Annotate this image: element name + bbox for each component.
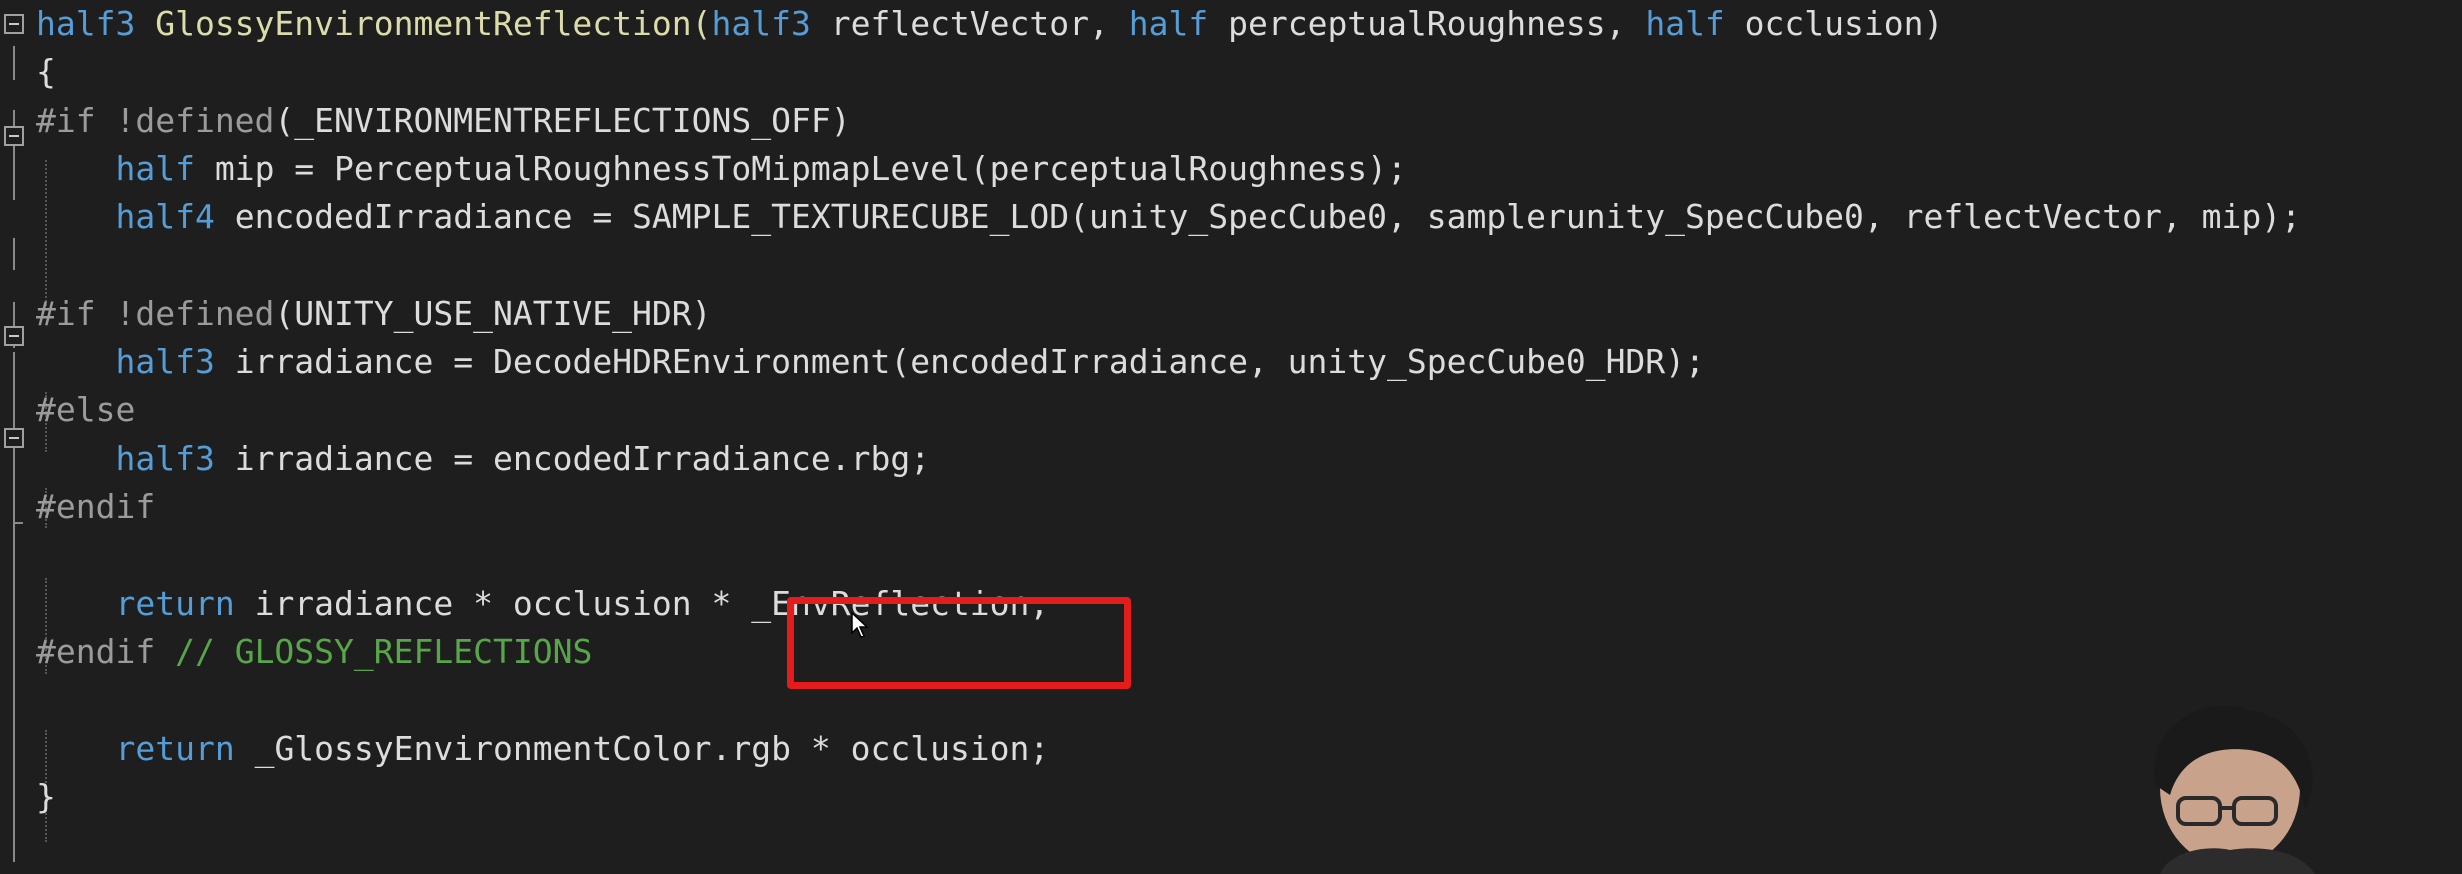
code-preprocessor: #if	[36, 100, 96, 140]
code-keyword: half3	[711, 4, 811, 43]
code-token: {	[36, 52, 56, 92]
fold-toggle-icon[interactable]	[4, 126, 24, 146]
code-keyword: half	[115, 148, 195, 188]
code-line[interactable]: #if !defined(UNITY_USE_NATIVE_HDR)	[36, 290, 712, 338]
fold-line	[13, 46, 15, 80]
code-token: reflectVector,	[810, 4, 1129, 43]
fold-toggle-icon[interactable]	[4, 14, 24, 34]
code-line[interactable]: return _GlossyEnvironmentColor.rgb * occ…	[36, 725, 1049, 773]
code-editor[interactable]: half3 GlossyEnvironmentReflection( half3 …	[0, 0, 2462, 874]
code-keyword: return	[115, 728, 235, 768]
editor-gutter	[0, 0, 36, 874]
code-preprocessor: #else	[36, 390, 136, 430]
code-line[interactable]: #if !defined(_ENVIRONMENTREFLECTIONS_OFF…	[36, 97, 851, 145]
code-line[interactable]: half mip = PerceptualRoughnessToMipmapLe…	[36, 145, 1407, 193]
code-token: occlusion)	[1724, 4, 1944, 43]
code-line[interactable]: half4 encodedIrradiance = SAMPLE_TEXTURE…	[36, 193, 2301, 241]
code-keyword: half3	[115, 342, 215, 382]
code-token: mip = PerceptualRoughnessToMipmapLevel(p…	[194, 148, 1407, 188]
code-token: encodedIrradiance = SAMPLE_TEXTURECUBE_L…	[214, 197, 2301, 237]
fold-toggle-icon[interactable]	[4, 428, 24, 448]
presenter-webcam	[2153, 705, 2315, 874]
code-line[interactable]: }	[36, 773, 56, 821]
code-comment: // GLOSSY_REFLECTIONS	[175, 631, 593, 671]
highlight-box	[787, 597, 1131, 689]
code-preprocessor: !defined	[95, 293, 275, 333]
code-preprocessor: #if	[36, 293, 96, 333]
code-token: }	[36, 776, 56, 816]
code-keyword: half3	[115, 438, 215, 478]
code-token: GlossyEnvironmentReflection(	[135, 4, 712, 43]
code-line[interactable]: #endif	[36, 483, 155, 531]
code-token: (_ENVIRONMENTREFLECTIONS_OFF)	[274, 100, 851, 140]
mouse-cursor-icon	[851, 612, 869, 638]
code-keyword: half	[1128, 4, 1209, 43]
code-line[interactable]: #endif // GLOSSY_REFLECTIONS	[36, 628, 592, 676]
code-keyword: half3	[36, 4, 136, 43]
fold-line-end	[13, 522, 23, 524]
code-line[interactable]: {	[36, 48, 56, 96]
fold-line	[13, 238, 15, 270]
code-line[interactable]: half3 GlossyEnvironmentReflection(half3 …	[36, 0, 1943, 48]
fold-toggle-icon[interactable]	[4, 326, 24, 346]
code-preprocessor: #endif	[36, 631, 156, 671]
code-token: perceptualRoughness,	[1208, 4, 1646, 43]
code-token: irradiance = encodedIrradiance.rbg;	[214, 438, 931, 478]
code-keyword: half	[1645, 4, 1725, 43]
code-preprocessor: !defined	[95, 100, 275, 140]
fold-line	[13, 110, 15, 200]
code-line[interactable]: half3 irradiance = DecodeHDREnvironment(…	[36, 338, 1705, 386]
code-token: irradiance = DecodeHDREnvironment(encode…	[214, 342, 1705, 382]
code-token: _GlossyEnvironmentColor.rgb * occlusion;	[234, 728, 1050, 768]
code-preprocessor: #endif	[36, 487, 156, 526]
code-line[interactable]: half3 irradiance = encodedIrradiance.rbg…	[36, 435, 930, 483]
code-line[interactable]: #else	[36, 386, 135, 434]
code-keyword: return	[115, 583, 235, 623]
code-keyword: half4	[115, 197, 215, 237]
code-token: (UNITY_USE_NATIVE_HDR)	[274, 293, 712, 333]
